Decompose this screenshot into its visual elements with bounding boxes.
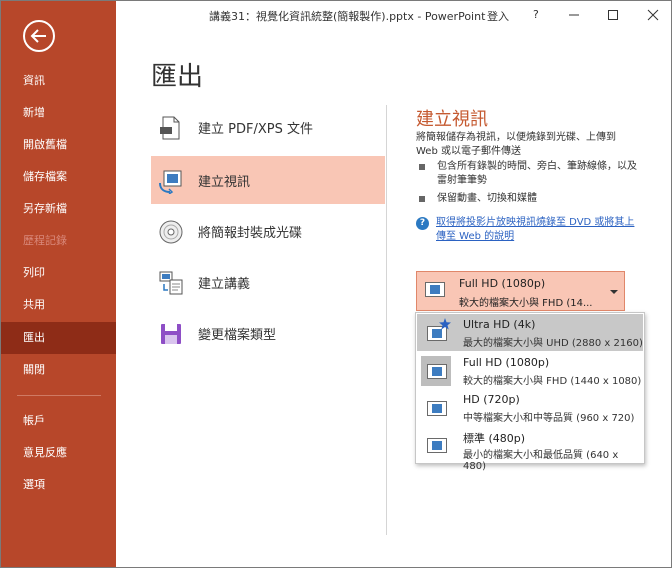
pdf-document-icon [160,116,180,140]
sidebar-item-open[interactable]: 開啟舊檔 [1,130,116,160]
export-option-change-file-type[interactable]: 變更檔案類型 [151,309,385,357]
export-option-label: 變更檔案類型 [198,328,277,343]
maximize-icon [608,10,618,20]
bullet-text: 包含所有錄製的時間、旁白、筆跡線條，以及雷射筆筆勢 [437,161,637,186]
close-button[interactable] [643,5,663,25]
sidebar-item-options[interactable]: 選項 [1,470,116,500]
resolution-option-detail: 較大的檔案大小與 FHD (1440 x 1080) [463,376,642,387]
dropdown-selected-name: Full HD (1080p) [459,277,546,290]
bullet-text: 保留動畫、切換和媒體 [437,193,537,204]
resolution-option-fhd[interactable]: Full HD (1080p) 較大的檔案大小與 FHD (1440 x 108… [417,352,643,389]
export-option-pdf[interactable]: 建立 PDF/XPS 文件 [151,103,385,151]
resolution-option-name: Full HD (1080p) [463,356,550,369]
sidebar-item-save[interactable]: 儲存檔案 [1,162,116,192]
sign-in-link[interactable]: 登入 [487,8,509,24]
panel-description: 將簡報儲存為視訊，以便燒錄到光碟、上傳到 Web 或以電子郵件傳送 [416,132,616,157]
bullet-square-icon [419,196,425,202]
minimize-icon [569,14,579,16]
help-button[interactable]: ? [533,8,539,21]
video-icon [159,170,182,194]
page-title: 匯出 [151,62,204,92]
resolution-option-detail: 最小的檔案大小和最低品質 (640 x 480) [463,450,619,472]
resolution-option-name: 標準 (480p) [463,432,526,445]
resolution-icon-box [421,318,451,348]
window-title: 講義31：視覺化資訊統整(簡報製作).pptx - PowerPoint [209,10,486,23]
resolution-icon [427,401,447,416]
export-option-handout[interactable]: 建立講義 [151,258,385,306]
dropdown-selected-detail: 較大的檔案大小與 FHD (14... [459,298,593,309]
export-option-label: 建立講義 [198,277,251,292]
resolution-dropdown[interactable]: Full HD (1080p) 較大的檔案大小與 FHD (14... [416,271,625,311]
resolution-icon-box [421,430,451,460]
resolution-option-sd[interactable]: 標準 (480p) 最小的檔案大小和最低品質 (640 x 480) [417,426,643,472]
resolution-option-uhd[interactable]: Ultra HD (4k) 最大的檔案大小與 UHD (2880 x 2160) [417,314,643,351]
backstage-sidebar: 資訊 新增 開啟舊檔 儲存檔案 另存新檔 歷程記錄 列印 共用 匯出 關閉 帳戶… [1,1,116,567]
resolution-icon [427,364,447,379]
export-option-video[interactable]: 建立視訊 [151,156,385,204]
window-frame: 資訊 新增 開啟舊檔 儲存檔案 另存新檔 歷程記錄 列印 共用 匯出 關閉 帳戶… [0,0,672,568]
bullet-square-icon [419,164,425,170]
title-bar: 講義31：視覺化資訊統整(簡報製作).pptx - PowerPoint 登入 … [116,1,671,29]
help-link[interactable]: 取得將投影片放映視訊燒錄至 DVD 或將其上傳至 Web 的說明 [436,216,636,244]
resolution-menu: Ultra HD (4k) 最大的檔案大小與 UHD (2880 x 2160)… [415,312,645,472]
help-question-icon: ? [416,217,429,230]
cd-icon [159,220,183,244]
resolution-icon [425,282,445,297]
resolution-option-name: Ultra HD (4k) [463,318,536,331]
close-icon [647,9,659,21]
resolution-option-detail: 中等檔案大小和中等品質 (960 x 720) [463,413,635,424]
export-option-label: 建立視訊 [198,175,251,190]
panel-title: 建立視訊 [416,109,488,130]
maximize-button[interactable] [603,5,623,25]
file-type-icon [161,324,181,344]
sidebar-item-feedback[interactable]: 意見反應 [1,438,116,468]
sidebar-item-account[interactable]: 帳戶 [1,406,116,436]
sidebar-item-print[interactable]: 列印 [1,258,116,288]
sidebar-item-export[interactable]: 匯出 [1,322,116,354]
chevron-down-icon [610,290,618,294]
resolution-option-name: HD (720p) [463,393,520,406]
resolution-option-hd[interactable]: HD (720p) 中等檔案大小和中等品質 (960 x 720) [417,389,643,426]
sidebar-item-new[interactable]: 新增 [1,98,116,128]
sidebar-item-history: 歷程記錄 [23,234,67,247]
export-option-label: 建立 PDF/XPS 文件 [198,122,313,137]
star-icon [439,318,451,330]
sidebar-item-share[interactable]: 共用 [1,290,116,320]
sidebar-item-save-as[interactable]: 另存新檔 [1,194,116,224]
back-button[interactable] [23,20,55,52]
resolution-icon [427,438,447,453]
resolution-option-detail: 最大的檔案大小與 UHD (2880 x 2160) [463,338,643,349]
sidebar-item-info[interactable]: 資訊 [1,66,116,96]
minimize-button[interactable] [564,5,584,25]
handout-icon [159,271,183,295]
resolution-icon-box [421,356,451,386]
resolution-icon-box [421,393,451,423]
export-option-cd[interactable]: 將簡報封裝成光碟 [151,207,385,255]
panel-divider [386,105,387,535]
sidebar-item-close[interactable]: 關閉 [1,355,116,385]
export-option-label: 將簡報封裝成光碟 [198,226,303,241]
back-arrow-icon [30,29,46,43]
sidebar-divider [17,395,101,396]
